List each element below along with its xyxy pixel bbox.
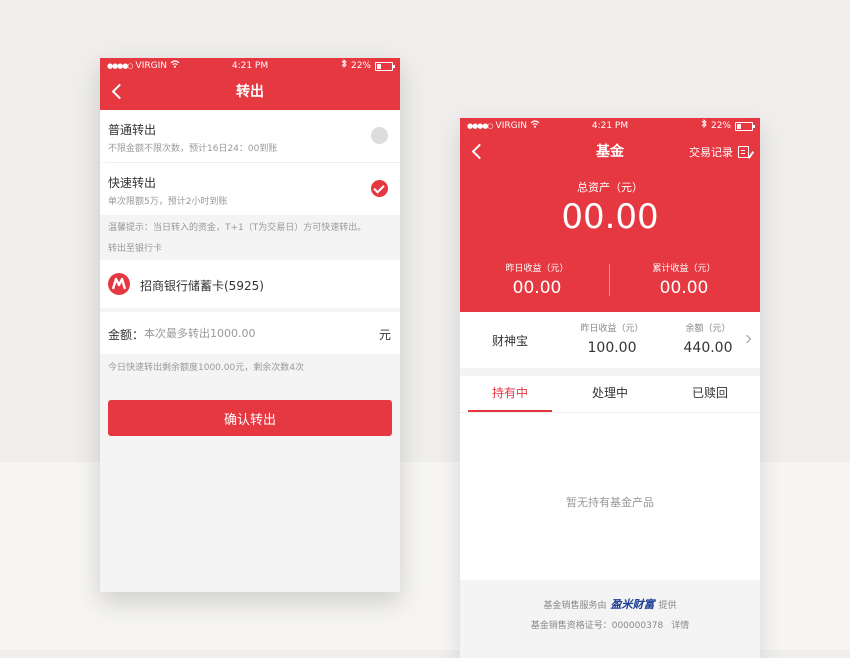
status-bar: ●●●●○ VIRGIN 4:21 PM 22%: [460, 118, 760, 134]
license-text: 基金销售资格证号：000000378: [530, 621, 664, 631]
product-balance: 余额（元） 440.00: [676, 321, 740, 356]
chevron-right-icon: [742, 334, 752, 344]
yesterday-earnings-label: 昨日收益（元）: [505, 264, 569, 274]
transfer-out-screen: ●●●●○ VIRGIN 4:21 PM 22% 转出 普通转出 不限金额不限次…: [100, 58, 400, 592]
amount-label: 金额：: [108, 328, 145, 342]
bank-logo-icon: [108, 273, 130, 295]
tab-processing[interactable]: 处理中: [568, 376, 652, 412]
section-gap: [460, 368, 760, 376]
yesterday-earnings: 昨日收益（元） 00.00: [462, 261, 612, 298]
footer: 基金销售服务由 盈米财富 提供 基金销售资格证号：000000378 详情: [460, 580, 760, 658]
provider-brand-logo: 盈米财富: [610, 598, 655, 611]
yesterday-earnings-value: 00.00: [512, 278, 562, 298]
fast-transfer-option[interactable]: 快速转出 单次限额5万，预计2小时到账: [100, 163, 400, 215]
bluetooth-icon: [701, 118, 707, 134]
battery-percent: 22%: [710, 121, 731, 131]
cumulative-earnings-label: 累计收益（元）: [652, 264, 716, 274]
option-title: 普通转出: [108, 123, 157, 137]
status-bar: ●●●●○ VIRGIN 4:21 PM 22%: [100, 58, 400, 74]
radio-checked-icon[interactable]: [371, 180, 388, 197]
amount-unit: 元: [378, 328, 391, 342]
product-yesterday-value: 100.00: [587, 340, 637, 356]
cumulative-earnings: 累计收益（元） 00.00: [609, 261, 759, 298]
bank-card-row[interactable]: 招商银行储蓄卡(5925): [100, 260, 400, 308]
details-link[interactable]: 详情: [671, 621, 689, 631]
confirm-transfer-button[interactable]: 确认转出: [108, 400, 392, 436]
quota-note: 今日快速转出剩余额度1000.00元，剩余次数4次: [108, 363, 304, 373]
battery-icon: [375, 61, 395, 71]
product-name: 财神宝: [492, 334, 529, 348]
tab-holding[interactable]: 持有中: [468, 376, 552, 412]
trade-record-link[interactable]: 交易记录: [689, 134, 749, 170]
bank-name: 招商银行储蓄卡(5925): [140, 279, 264, 293]
amount-row: 金额： 元: [100, 312, 400, 354]
fund-header: ●●●●○ VIRGIN 4:21 PM 22% 基金 交易记录 总资产（元） …: [460, 118, 760, 312]
option-desc: 不限金额不限次数，预计16日24：00到账: [108, 144, 278, 154]
total-assets-label: 总资产（元）: [577, 181, 643, 194]
nav-bar: 转出: [100, 74, 400, 110]
product-yesterday: 昨日收益（元） 100.00: [570, 321, 654, 356]
option-desc: 单次限额5万，预计2小时到账: [108, 197, 228, 207]
provider-suffix: 提供: [658, 600, 677, 611]
to-bank-label: 转出至银行卡: [108, 244, 163, 254]
option-title: 快速转出: [108, 176, 157, 190]
page-title: 转出: [236, 84, 264, 100]
holding-tabs: 持有中 处理中 已赎回: [460, 376, 760, 413]
cumulative-earnings-value: 00.00: [659, 278, 709, 298]
nav-bar: 基金 交易记录: [460, 134, 760, 170]
normal-transfer-option[interactable]: 普通转出 不限金额不限次数，预计16日24：00到账: [100, 110, 400, 162]
empty-state-text: 暂无持有基金产品: [566, 496, 654, 509]
header: ●●●●○ VIRGIN 4:21 PM 22% 转出: [100, 58, 400, 110]
bluetooth-icon: [341, 58, 347, 74]
product-balance-label: 余额（元）: [685, 324, 731, 334]
product-balance-value: 440.00: [683, 340, 733, 356]
edit-record-icon: [738, 146, 749, 158]
total-assets-value: 00.00: [561, 197, 659, 237]
radio-unchecked-icon[interactable]: [371, 127, 388, 144]
battery-percent: 22%: [350, 61, 371, 71]
provider-prefix: 基金销售服务由: [543, 600, 607, 611]
fund-screen: ●●●●○ VIRGIN 4:21 PM 22% 基金 交易记录 总资产（元） …: [460, 118, 760, 658]
product-yesterday-label: 昨日收益（元）: [580, 324, 644, 334]
fund-product-row[interactable]: 财神宝 昨日收益（元） 100.00 余额（元） 440.00: [460, 312, 760, 368]
amount-input[interactable]: [144, 324, 364, 342]
battery-icon: [735, 121, 755, 131]
tip-text: 温馨提示：当日转入的资金，T+1（T为交易日）方可快速转出。: [108, 223, 367, 233]
trade-record-label: 交易记录: [689, 146, 733, 159]
tab-redeemed[interactable]: 已赎回: [668, 376, 752, 412]
